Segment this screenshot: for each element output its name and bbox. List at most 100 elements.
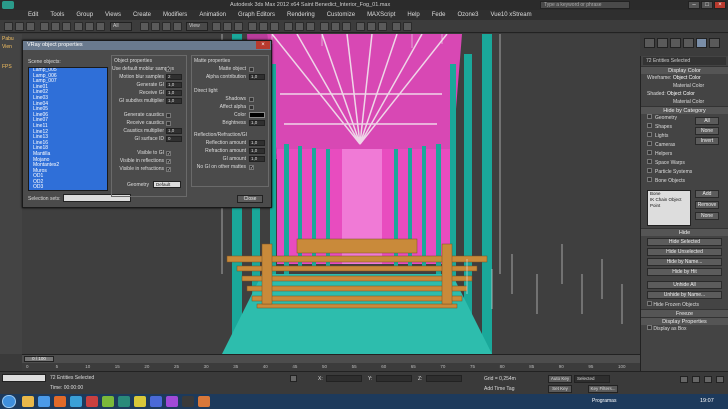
menu-item-1[interactable]: Tools <box>50 12 64 18</box>
category-button[interactable]: None <box>695 127 719 135</box>
property-checkbox[interactable]: ✓ <box>166 167 171 172</box>
toolbar-tool-icon[interactable] <box>162 22 171 31</box>
color-swatch[interactable] <box>249 112 265 118</box>
taskbar-app-icon[interactable] <box>54 396 66 407</box>
taskbar-app-icon[interactable] <box>38 396 50 407</box>
zoom-icon[interactable] <box>680 376 688 383</box>
viewport-label[interactable]: Pabu <box>0 36 22 42</box>
taskbar-app-icon[interactable] <box>102 396 114 407</box>
toolbar-tool-icon[interactable] <box>4 22 13 31</box>
property-checkbox[interactable]: ✓ <box>166 151 171 156</box>
bone-button[interactable]: Remove <box>695 201 719 209</box>
toolbar-tool-icon[interactable] <box>173 22 182 31</box>
menu-item-12[interactable]: Fede <box>432 12 446 18</box>
bone-list-item[interactable]: Point <box>648 203 690 209</box>
property-checkbox[interactable] <box>249 105 254 110</box>
toolbar-tool-icon[interactable] <box>212 22 221 31</box>
category-label[interactable]: Helpers <box>655 151 672 157</box>
time-slider[interactable]: 0 / 100 <box>22 354 640 363</box>
hide-action-button[interactable]: Hide Selected <box>647 238 722 246</box>
scene-object-item[interactable]: OD3 <box>31 185 107 190</box>
orbit-icon[interactable] <box>692 376 700 383</box>
tab-display[interactable] <box>696 38 707 48</box>
property-spinner[interactable]: 1,0 <box>249 148 265 154</box>
hide-action-button[interactable]: Unhide All <box>647 281 722 289</box>
category-checkbox[interactable] <box>647 114 652 119</box>
category-label[interactable]: Lights <box>655 133 668 139</box>
toolbar-tool-icon[interactable] <box>356 22 365 31</box>
maximize-viewport-icon[interactable] <box>716 376 724 383</box>
auto-key-button[interactable]: Auto Key <box>548 375 572 383</box>
category-checkbox[interactable] <box>647 168 652 173</box>
toolbar-tool-icon[interactable] <box>26 22 35 31</box>
tab-hierarchy[interactable] <box>670 38 681 48</box>
menu-item-8[interactable]: Rendering <box>287 12 315 18</box>
taskbar-app-icon[interactable] <box>166 396 178 407</box>
taskbar-app-icon[interactable] <box>22 396 34 407</box>
toolbar-tool-icon[interactable] <box>223 22 232 31</box>
lock-selection-icon[interactable] <box>290 375 297 382</box>
taskbar-app-icon[interactable] <box>198 396 210 407</box>
object-color-radio-shaded[interactable]: Object Color <box>667 91 695 97</box>
minimize-button[interactable]: – <box>688 1 700 9</box>
key-filters-button[interactable]: Key Filters... <box>588 385 618 393</box>
toolbar-tool-icon[interactable] <box>295 22 304 31</box>
scene-objects-list[interactable]: Lamp_005 Lamp_006 Lamp_007 Line01 Line02 Line… <box>28 67 108 191</box>
property-checkbox[interactable]: ✓ <box>166 159 171 164</box>
toolbar-tool-icon[interactable] <box>15 22 24 31</box>
toolbar-tool-icon[interactable] <box>392 22 401 31</box>
geometry-dropdown[interactable]: Default <box>153 181 181 188</box>
category-label[interactable]: Cameras <box>655 142 675 148</box>
bone-button[interactable]: None <box>695 212 719 220</box>
display-as-box-checkbox[interactable]: Display as Box <box>653 326 686 332</box>
selection-filter-dropdown[interactable]: All <box>110 22 132 31</box>
reference-coordinate-dropdown[interactable]: View <box>186 22 208 31</box>
tab-create[interactable] <box>644 38 655 48</box>
taskbar-app-icon[interactable] <box>86 396 98 407</box>
category-checkbox[interactable] <box>647 150 652 155</box>
taskbar-app-icon[interactable] <box>118 396 130 407</box>
category-checkbox[interactable] <box>647 177 652 182</box>
toolbar-tool-icon[interactable] <box>270 22 279 31</box>
list-scrollbar[interactable] <box>107 68 108 190</box>
toolbar-tool-icon[interactable] <box>284 22 293 31</box>
menu-item-2[interactable]: Group <box>76 12 93 18</box>
property-spinner[interactable]: 1,0 <box>249 140 265 146</box>
hide-action-button[interactable]: Hide Unselected <box>647 248 722 256</box>
toolbar-tool-icon[interactable] <box>331 22 340 31</box>
toolbar-tool-icon[interactable] <box>259 22 268 31</box>
toolbar-tool-icon[interactable] <box>342 22 351 31</box>
property-checkbox[interactable] <box>166 121 171 126</box>
menu-item-6[interactable]: Animation <box>199 12 226 18</box>
search-input[interactable]: Type a keyword or phrase <box>540 1 630 9</box>
toolbar-tool-icon[interactable] <box>74 22 83 31</box>
property-checkbox[interactable] <box>249 97 254 102</box>
maximize-button[interactable]: □ <box>701 1 713 9</box>
hide-frozen-objects-checkbox[interactable]: Hide Frozen Objects <box>653 302 699 308</box>
viewport-label[interactable]: Vien <box>0 44 22 50</box>
maxscript-listener[interactable] <box>2 374 46 382</box>
track-bar[interactable]: 0 5 10 15 20 25 30 35 40 45 50 55 60 65 70 75 80 85 90 95 10… <box>22 363 640 371</box>
property-spinner[interactable]: 2 <box>166 74 182 80</box>
category-checkbox[interactable] <box>647 159 652 164</box>
taskbar-app-icon[interactable] <box>150 396 162 407</box>
category-label[interactable]: Shapes <box>655 124 672 130</box>
category-label[interactable]: Space Warps <box>655 160 685 166</box>
dialog-close-icon[interactable]: × <box>256 41 270 49</box>
menu-item-10[interactable]: MAXScript <box>367 12 395 18</box>
taskbar-language[interactable]: Programas <box>592 398 616 404</box>
category-checkbox[interactable] <box>647 141 652 146</box>
category-checkbox[interactable] <box>647 132 652 137</box>
key-mode-dropdown[interactable]: Selected <box>574 375 610 383</box>
menu-item-13[interactable]: Ozone3 <box>457 12 478 18</box>
property-checkbox[interactable]: ✓ <box>249 165 254 170</box>
toolbar-tool-icon[interactable] <box>378 22 387 31</box>
set-key-button[interactable]: Set Key <box>548 385 572 393</box>
material-color-radio-shaded[interactable]: Material Color <box>673 99 704 105</box>
property-checkbox[interactable]: ✓ <box>166 67 171 72</box>
toolbar-tool-icon[interactable] <box>62 22 71 31</box>
toolbar-tool-icon[interactable] <box>403 22 412 31</box>
start-button-icon[interactable] <box>2 395 16 408</box>
property-spinner[interactable]: 1,0 <box>166 98 182 104</box>
toolbar-tool-icon[interactable] <box>51 22 60 31</box>
